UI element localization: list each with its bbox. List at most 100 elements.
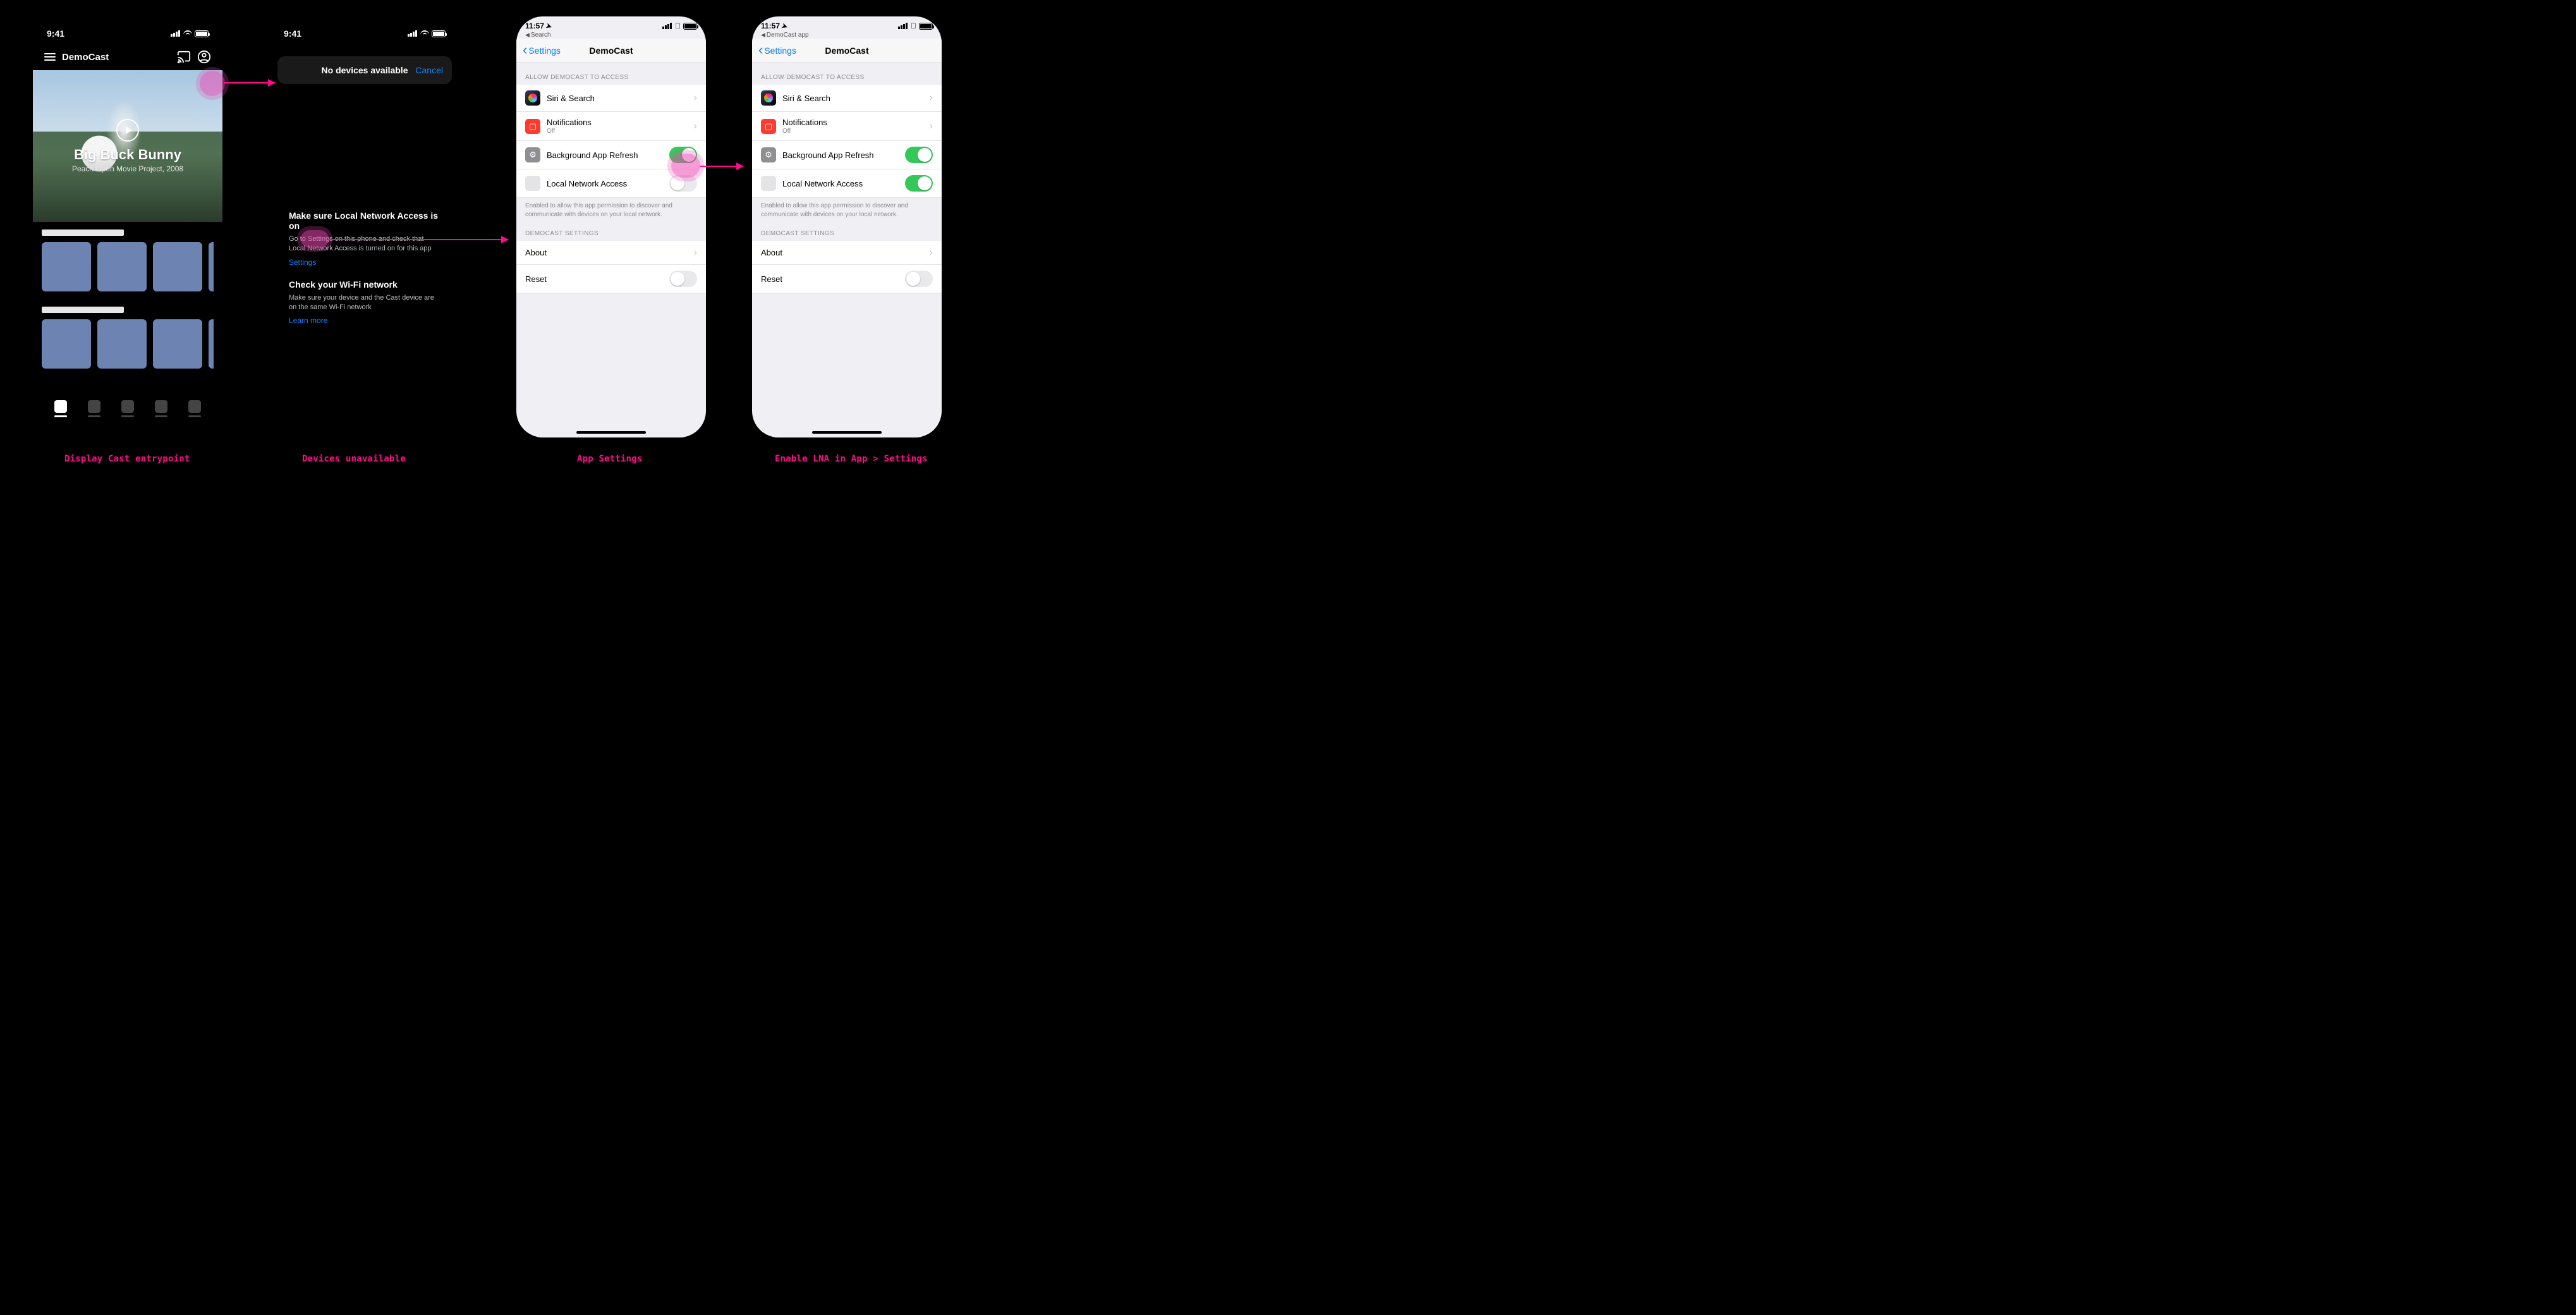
row-label: Notifications Off bbox=[782, 118, 930, 135]
blank-app-icon bbox=[761, 176, 776, 191]
cellular-bars-icon bbox=[898, 23, 908, 29]
help-heading-wifi: Check your Wi-Fi network bbox=[289, 279, 440, 290]
siri-icon bbox=[761, 90, 776, 106]
notifications-icon: ▢ bbox=[761, 119, 776, 134]
caption-2: Devices unavailable bbox=[302, 454, 406, 464]
hamburger-menu-icon[interactable] bbox=[44, 53, 56, 61]
row-local-network-access[interactable]: Local Network Access bbox=[752, 169, 942, 198]
group-header-access: Allow DemoCast to Access bbox=[516, 63, 706, 85]
cellular-bars-icon bbox=[662, 23, 672, 29]
cellular-bars-icon bbox=[408, 30, 418, 37]
battery-icon bbox=[195, 30, 209, 37]
battery-icon bbox=[919, 23, 933, 30]
row-notifications[interactable]: ▢ Notifications Off › bbox=[516, 112, 706, 141]
tab-item[interactable] bbox=[121, 400, 134, 417]
status-icons bbox=[408, 30, 446, 37]
row-notifications[interactable]: ▢ Notifications Off › bbox=[752, 112, 942, 141]
status-bar: 11:57 ➤ 􀙇 bbox=[752, 16, 942, 30]
hero-video-card[interactable]: Big Buck Bunny Peach Open Movie Project,… bbox=[33, 70, 222, 222]
phone-cast-dialog: 9:41 No devices available Cancel Make su… bbox=[270, 17, 459, 426]
group-header-app: DemoCast Settings bbox=[752, 219, 942, 241]
status-icons: 􀙇 bbox=[898, 21, 933, 30]
flow-arrow-3 bbox=[700, 166, 743, 167]
nav-bar: Settings DemoCast bbox=[752, 39, 942, 63]
tab-item[interactable] bbox=[54, 400, 67, 417]
content-tile[interactable] bbox=[209, 319, 214, 369]
home-indicator[interactable] bbox=[812, 431, 882, 434]
notifications-icon: ▢ bbox=[525, 119, 540, 134]
wifi-icon bbox=[183, 30, 192, 37]
toggle-lna[interactable] bbox=[905, 175, 933, 192]
lna-footer-note: Enabled to allow this app permission to … bbox=[516, 198, 706, 219]
row-label: About bbox=[761, 248, 930, 257]
back-button[interactable]: Settings bbox=[758, 46, 796, 56]
cast-icon[interactable] bbox=[177, 50, 191, 64]
learn-more-link[interactable]: Learn more bbox=[289, 316, 327, 325]
battery-icon bbox=[432, 30, 446, 37]
cellular-bars-icon bbox=[171, 30, 181, 37]
row-reset[interactable]: Reset bbox=[516, 265, 706, 293]
row-about[interactable]: About › bbox=[752, 241, 942, 265]
row-label: Background App Refresh bbox=[547, 150, 669, 160]
tab-item[interactable] bbox=[88, 400, 100, 417]
chevron-right-icon: › bbox=[694, 92, 697, 104]
chevron-right-icon: › bbox=[694, 121, 697, 132]
row-bg-refresh[interactable]: ⚙ Background App Refresh bbox=[752, 141, 942, 169]
profile-icon[interactable] bbox=[197, 50, 211, 64]
bottom-tabbar bbox=[33, 400, 222, 417]
breadcrumb[interactable]: ◀DemoCast app bbox=[752, 30, 942, 39]
chevron-right-icon: › bbox=[930, 121, 933, 132]
gear-icon: ⚙ bbox=[525, 147, 540, 162]
row-siri-search[interactable]: Siri & Search › bbox=[516, 85, 706, 112]
tab-item[interactable] bbox=[155, 400, 167, 417]
status-time: 9:41 bbox=[47, 28, 64, 39]
highlight-settings-link bbox=[301, 230, 329, 248]
status-icons bbox=[171, 30, 209, 37]
row-label: Siri & Search bbox=[547, 94, 694, 103]
content-tile[interactable] bbox=[97, 242, 147, 291]
nav-title: DemoCast bbox=[589, 46, 633, 56]
cancel-button[interactable]: Cancel bbox=[415, 65, 443, 75]
content-tile[interactable] bbox=[153, 319, 202, 369]
play-icon[interactable] bbox=[116, 119, 139, 142]
row-reset[interactable]: Reset bbox=[752, 265, 942, 293]
caption-4: Enable LNA in App > Settings bbox=[775, 454, 928, 464]
row-label: Reset bbox=[761, 274, 905, 284]
siri-icon bbox=[525, 90, 540, 106]
row-siri-search[interactable]: Siri & Search › bbox=[752, 85, 942, 112]
blank-app-icon bbox=[525, 176, 540, 191]
highlight-lna-toggle bbox=[671, 154, 700, 178]
row-label: Local Network Access bbox=[547, 179, 669, 188]
row-about[interactable]: About › bbox=[516, 241, 706, 265]
row-label: Reset bbox=[525, 274, 669, 284]
settings-link[interactable]: Settings bbox=[289, 258, 316, 267]
hero-title: Big Buck Bunny bbox=[74, 147, 181, 163]
status-time: 11:57 ➤ bbox=[525, 21, 552, 30]
lna-footer-note: Enabled to allow this app permission to … bbox=[752, 198, 942, 219]
content-tile[interactable] bbox=[97, 319, 147, 369]
status-icons: 􀙇 bbox=[662, 21, 697, 30]
row-label: Notifications Off bbox=[547, 118, 694, 135]
section-label-placeholder bbox=[42, 229, 124, 236]
toggle-bg-refresh[interactable] bbox=[905, 147, 933, 163]
content-tile[interactable] bbox=[42, 242, 91, 291]
chevron-right-icon: › bbox=[930, 92, 933, 104]
nav-bar: Settings DemoCast bbox=[516, 39, 706, 63]
content-tile[interactable] bbox=[42, 319, 91, 369]
back-button[interactable]: Settings bbox=[523, 46, 561, 56]
toggle-reset[interactable] bbox=[905, 271, 933, 287]
phone-app-settings: 11:57 ➤ 􀙇 ◀Search Settings DemoCast Allo… bbox=[516, 16, 706, 437]
content-tile[interactable] bbox=[153, 242, 202, 291]
breadcrumb[interactable]: ◀Search bbox=[516, 30, 706, 39]
sheet-body: Make sure Local Network Access is on Go … bbox=[270, 211, 459, 338]
flow-arrow-1 bbox=[224, 82, 275, 83]
row-label: About bbox=[525, 248, 694, 257]
toggle-reset[interactable] bbox=[669, 271, 697, 287]
hero-subtitle: Peach Open Movie Project, 2008 bbox=[72, 164, 183, 173]
nav-title: DemoCast bbox=[825, 46, 868, 56]
content-tile[interactable] bbox=[209, 242, 214, 291]
content-row-2 bbox=[33, 299, 222, 369]
status-time: 9:41 bbox=[284, 28, 301, 39]
home-indicator[interactable] bbox=[576, 431, 646, 434]
tab-item[interactable] bbox=[188, 400, 201, 417]
